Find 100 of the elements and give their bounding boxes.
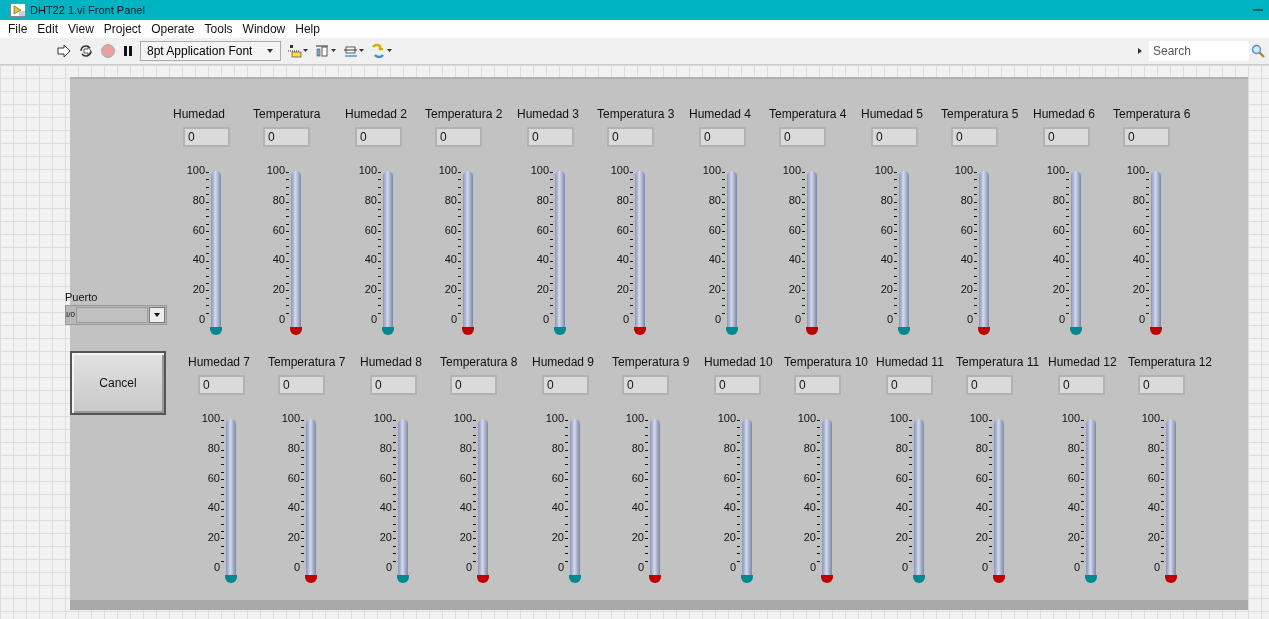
scale-label: 60 [723,471,736,485]
scale-label: 0 [385,561,392,574]
indicator-label: Humedad 5 [861,107,925,123]
scale-label: 40 [551,501,564,515]
indicator-label: Humedad 7 [188,355,252,371]
menu-item[interactable]: File [8,22,28,36]
scale-label: 80 [631,441,644,455]
reorder-icon[interactable] [371,43,394,59]
scale-label: 0 [213,561,220,574]
caret-icon [266,48,275,54]
scale-label: 80 [723,441,736,455]
menu-item[interactable]: Help [295,22,320,36]
numeric-indicator: 0 [951,127,998,147]
scale-label: 60 [1132,223,1145,237]
indicator-label: Temperatura 3 [597,107,676,123]
search-options-icon[interactable] [1137,47,1143,55]
scale-label: 100 [201,412,220,425]
run-continuously-icon[interactable] [78,43,94,59]
scale-label: 20 [1132,283,1145,297]
scale-label: 20 [788,283,801,297]
numeric-indicator: 0 [542,375,589,395]
scale-label: 60 [207,471,220,485]
scale-label: 20 [616,283,629,297]
scale-label: 0 [794,313,801,326]
indicator-label: Temperatura 11 [956,355,1041,371]
port-dropdown[interactable]: I/0 [65,305,167,325]
numeric-indicator: 0 [1123,127,1170,147]
scale-label: 40 [444,253,457,267]
align-icon[interactable] [287,43,310,59]
cancel-button[interactable]: Cancel [70,351,166,415]
scale-label: 100 [438,164,457,177]
scale-label: 60 [880,223,893,237]
scale-label: 80 [880,193,893,207]
window-title: DHT22 1.vi Front Panel [30,4,145,16]
scale-label: 100 [1141,412,1160,425]
numeric-indicator: 0 [263,127,310,147]
menu-item[interactable]: Window [242,22,286,36]
scale-label: 100 [782,164,801,177]
search-icon[interactable] [1251,44,1265,58]
numeric-indicator: 0 [779,127,826,147]
scale-label: 0 [450,313,457,326]
scale-label: 60 [708,223,721,237]
scale-label: 80 [616,193,629,207]
scale-label: 60 [616,223,629,237]
scale-label: 0 [809,561,816,574]
menu-item[interactable]: Tools [204,22,233,36]
menu-item[interactable]: Edit [37,22,59,36]
scale-label: 40 [272,253,285,267]
scale-label: 60 [459,471,472,485]
scale-label: 20 [364,283,377,297]
scale-label: 60 [803,471,816,485]
scale-label: 60 [1147,471,1160,485]
scale-label: 20 [272,283,285,297]
scale-label: 20 [287,531,300,545]
scale-label: 40 [803,501,816,515]
scale-label: 60 [960,223,973,237]
indicator-label: Humedad [173,107,227,123]
scale-label: 20 [880,283,893,297]
run-arrow-icon[interactable] [56,43,72,59]
scale-label: 80 [1147,441,1160,455]
distribute-icon[interactable] [315,43,338,59]
scale-label: 100 [1126,164,1145,177]
pause-icon[interactable] [122,43,134,59]
indicator-label: Humedad 9 [532,355,596,371]
scale-label: 40 [536,253,549,267]
indicator-label: Temperatura 8 [440,355,519,371]
scale-label: 20 [895,531,908,545]
scale-label: 40 [459,501,472,515]
scale-label: 60 [379,471,392,485]
scale-label: 80 [272,193,285,207]
numeric-indicator: 0 [278,375,325,395]
scale-label: 100 [186,164,205,177]
scale-label: 0 [1073,561,1080,574]
scale-label: 0 [981,561,988,574]
numeric-indicator: 0 [527,127,574,147]
scale-label: 20 [536,283,549,297]
scale-label: 80 [895,441,908,455]
menu-item[interactable]: Operate [151,22,195,36]
scale-label: 20 [192,283,205,297]
numeric-indicator: 0 [871,127,918,147]
search-field[interactable]: Search [1149,41,1249,61]
indicator-label: Temperatura 2 [425,107,504,123]
resize-icon[interactable] [343,43,366,59]
scale-label: 60 [631,471,644,485]
indicator-label: Temperatura 12 [1128,355,1214,371]
scale-label: 20 [207,531,220,545]
scale-label: 0 [278,313,285,326]
scale-label: 80 [803,441,816,455]
menu-item[interactable]: View [68,22,94,36]
scale-label: 0 [465,561,472,574]
port-label: Puerto [65,291,98,303]
numeric-indicator: 0 [1138,375,1185,395]
font-dropdown[interactable]: 8pt Application Font [140,41,282,61]
scale-label: 20 [1052,283,1065,297]
scale-label: 20 [975,531,988,545]
scale-label: 100 [453,412,472,425]
scale-label: 0 [901,561,908,574]
menu-item[interactable]: Project [103,22,142,36]
scale-label: 40 [880,253,893,267]
scale-label: 0 [293,561,300,574]
